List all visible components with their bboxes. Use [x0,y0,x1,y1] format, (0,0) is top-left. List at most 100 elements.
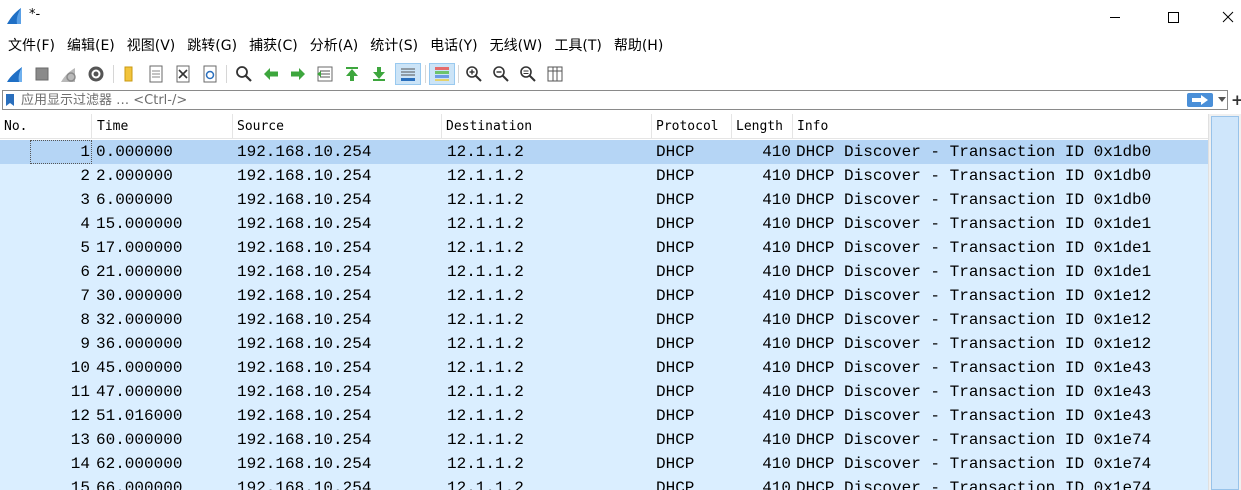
packet-no: 14 [70,455,90,473]
reload-icon [203,65,217,83]
column-header-time[interactable]: Time [93,114,233,139]
autoscroll-button[interactable] [395,63,421,85]
packet-info: DHCP Discover - Transaction ID 0x1e74 [796,479,1152,490]
reload-file-button[interactable] [199,63,221,85]
menu-file[interactable]: 文件(F) [2,33,61,59]
toolbar-separator [458,65,459,83]
menu-capture[interactable]: 捕获(C) [243,33,304,59]
filter-history-dropdown[interactable] [1217,92,1227,108]
menu-tools[interactable]: 工具(T) [548,33,607,59]
packet-row[interactable]: 9 36.000000 192.168.10.254 12.1.1.2 DHCP… [0,332,1208,356]
close-file-button[interactable] [172,63,194,85]
packet-protocol: DHCP [656,407,695,425]
packet-row[interactable]: 7 30.000000 192.168.10.254 12.1.1.2 DHCP… [0,284,1208,308]
stop-capture-button[interactable] [31,63,53,85]
zoom-out-button[interactable] [490,63,512,85]
packet-destination: 12.1.1.2 [447,335,524,353]
packet-source: 192.168.10.254 [237,311,372,329]
packet-row[interactable]: 4 15.000000 192.168.10.254 12.1.1.2 DHCP… [0,212,1208,236]
maximize-button[interactable] [1150,0,1196,33]
packet-info: DHCP Discover - Transaction ID 0x1db0 [796,143,1152,161]
packet-no: 3 [80,191,90,209]
packet-row[interactable]: 3 6.000000 192.168.10.254 12.1.1.2 DHCP … [0,188,1208,212]
menu-edit[interactable]: 编辑(E) [61,33,121,59]
menu-statistics[interactable]: 统计(S) [364,33,424,59]
packet-destination: 12.1.1.2 [447,311,524,329]
packet-row[interactable]: 14 62.000000 192.168.10.254 12.1.1.2 DHC… [0,452,1208,476]
main-toolbar [0,59,1241,89]
capture-options-gear-icon [88,66,104,82]
first-packet-button[interactable] [341,63,363,85]
packet-time: 30.000000 [96,287,183,305]
packet-info: DHCP Discover - Transaction ID 0x1e12 [796,287,1152,305]
menu-telephony[interactable]: 电话(Y) [424,33,483,59]
apply-filter-button[interactable] [1187,93,1213,107]
packet-time: 2.000000 [96,167,173,185]
packet-no: 8 [80,311,90,329]
stop-square-icon [35,67,49,81]
packet-destination: 12.1.1.2 [447,407,524,425]
packet-list: No. Time Source Destination Protocol Len… [0,114,1241,490]
packet-info: DHCP Discover - Transaction ID 0x1db0 [796,191,1152,209]
packet-row[interactable]: 10 45.000000 192.168.10.254 12.1.1.2 DHC… [0,356,1208,380]
back-arrow-icon [264,68,278,80]
packet-row[interactable]: 6 21.000000 192.168.10.254 12.1.1.2 DHCP… [0,260,1208,284]
find-packet-button[interactable] [233,63,255,85]
packet-protocol: DHCP [656,287,695,305]
open-folder-icon [124,66,133,82]
close-button[interactable] [1205,0,1241,33]
toolbar-separator [113,65,114,83]
column-header-protocol[interactable]: Protocol [652,114,732,139]
packet-source: 192.168.10.254 [237,383,372,401]
shark-fin-start-icon [7,67,22,82]
start-capture-button[interactable] [4,63,26,85]
first-packet-icon [346,67,358,81]
go-forward-button[interactable] [287,63,309,85]
packet-info: DHCP Discover - Transaction ID 0x1e43 [796,407,1152,425]
file-set-button[interactable] [145,63,167,85]
packet-row[interactable]: 8 32.000000 192.168.10.254 12.1.1.2 DHCP… [0,308,1208,332]
packet-row[interactable]: 11 47.000000 192.168.10.254 12.1.1.2 DHC… [0,380,1208,404]
packet-source: 192.168.10.254 [237,191,372,209]
column-header-info[interactable]: Info [793,114,1208,139]
packet-source: 192.168.10.254 [237,479,372,490]
go-to-packet-button[interactable] [314,63,336,85]
column-header-length[interactable]: Length [732,114,793,139]
menu-view[interactable]: 视图(V) [121,33,182,59]
packet-row[interactable]: 15 66.000000 192.168.10.254 12.1.1.2 DHC… [0,476,1208,490]
display-filter-input[interactable] [21,91,1171,109]
normal-size-button[interactable] [517,63,539,85]
menu-go[interactable]: 跳转(G) [181,33,243,59]
packet-row[interactable]: 12 51.016000 192.168.10.254 12.1.1.2 DHC… [0,404,1208,428]
scrollbar-thumb[interactable] [1211,116,1239,490]
packet-length: 410 [762,311,791,329]
capture-options-button[interactable] [85,63,107,85]
packet-row[interactable]: 2 2.000000 192.168.10.254 12.1.1.2 DHCP … [0,164,1208,188]
vertical-scrollbar[interactable] [1208,114,1241,490]
zoom-in-button[interactable] [463,63,485,85]
column-header-source[interactable]: Source [233,114,442,139]
window-title: *- [29,7,41,22]
column-header-no[interactable]: No. [0,114,92,139]
colorize-button[interactable] [429,63,455,85]
bookmark-icon[interactable] [5,93,15,107]
packet-row[interactable]: 13 60.000000 192.168.10.254 12.1.1.2 DHC… [0,428,1208,452]
go-back-button[interactable] [260,63,282,85]
menu-wireless[interactable]: 无线(W) [484,33,549,59]
packet-source: 192.168.10.254 [237,335,372,353]
packet-protocol: DHCP [656,359,695,377]
resize-columns-button[interactable] [544,63,566,85]
packet-info: DHCP Discover - Transaction ID 0x1e43 [796,383,1152,401]
menu-analyze[interactable]: 分析(A) [304,33,365,59]
packet-source: 192.168.10.254 [237,431,372,449]
packet-no: 4 [80,215,90,233]
add-filter-button[interactable]: + [1231,90,1241,110]
restart-capture-button[interactable] [58,63,80,85]
packet-row[interactable]: 1 0.000000 192.168.10.254 12.1.1.2 DHCP … [0,140,1208,164]
open-file-button[interactable] [118,63,140,85]
last-packet-button[interactable] [368,63,390,85]
column-header-destination[interactable]: Destination [442,114,652,139]
packet-row[interactable]: 5 17.000000 192.168.10.254 12.1.1.2 DHCP… [0,236,1208,260]
minimize-button[interactable] [1092,0,1138,33]
menu-help[interactable]: 帮助(H) [608,33,669,59]
